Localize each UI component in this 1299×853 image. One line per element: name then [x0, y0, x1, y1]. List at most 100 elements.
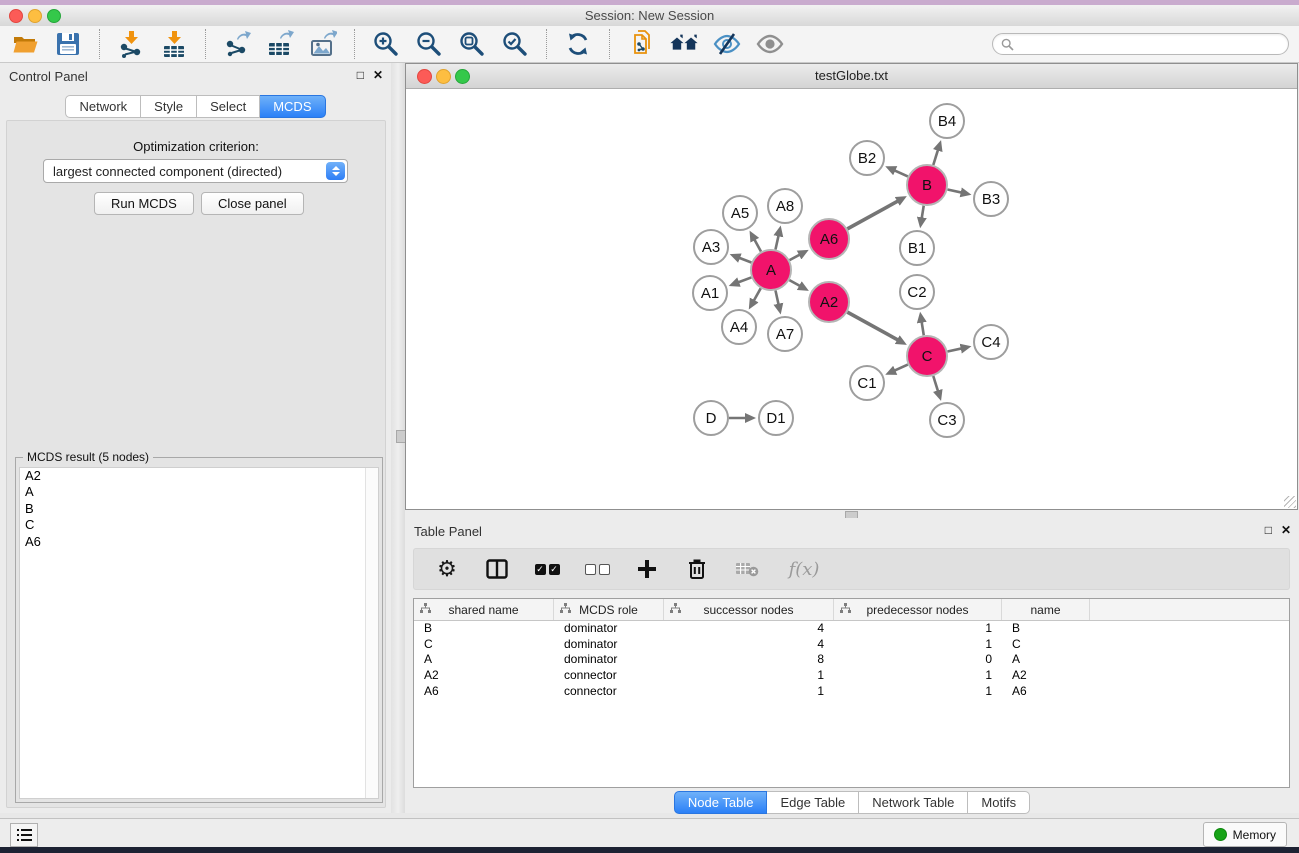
delete-columns-icon[interactable]	[684, 556, 710, 582]
table-cell[interactable]: dominator	[554, 621, 664, 635]
table-cell[interactable]: 1	[664, 684, 834, 698]
graph-edge[interactable]	[754, 238, 761, 251]
delete-table-icon[interactable]	[734, 556, 760, 582]
optimization-criterion-dropdown[interactable]: largest connected component (directed)	[43, 159, 348, 183]
graph-edge[interactable]	[789, 280, 801, 286]
import-table-icon[interactable]	[159, 29, 189, 59]
tab-style[interactable]: Style	[141, 95, 197, 118]
add-column-icon[interactable]	[634, 556, 660, 582]
graph-edge[interactable]	[847, 200, 899, 228]
column-header-mcds-role[interactable]: MCDS role	[554, 599, 664, 620]
zoom-selected-icon[interactable]	[500, 29, 530, 59]
table-cell[interactable]: connector	[554, 668, 664, 682]
table-cell[interactable]: C	[414, 637, 554, 651]
table-cell[interactable]: A2	[1002, 668, 1090, 682]
table-cell[interactable]: connector	[554, 684, 664, 698]
table-cell[interactable]: 1	[664, 668, 834, 682]
graph-edge[interactable]	[921, 321, 923, 336]
show-all-icon[interactable]	[755, 29, 785, 59]
table-cell[interactable]: A2	[414, 668, 554, 682]
graph-edge[interactable]	[847, 312, 899, 340]
mcds-result-item[interactable]: A6	[20, 534, 378, 550]
minimize-window-button[interactable]	[28, 9, 42, 23]
close-window-button[interactable]	[9, 9, 23, 23]
graph-edge[interactable]	[737, 277, 751, 282]
search-box[interactable]	[992, 33, 1289, 55]
table-cell[interactable]: B	[1002, 621, 1090, 635]
graph-edge[interactable]	[775, 234, 778, 249]
table-cell[interactable]: 1	[834, 684, 1002, 698]
maximize-window-button[interactable]	[47, 9, 61, 23]
close-panel-icon[interactable]: ✕	[373, 68, 383, 82]
column-header-predecessor-nodes[interactable]: predecessor nodes	[834, 599, 1002, 620]
table-row[interactable]: A2connector11A2	[414, 667, 1289, 683]
refresh-icon[interactable]	[563, 29, 593, 59]
graph-edge[interactable]	[922, 206, 924, 220]
save-session-icon[interactable]	[53, 29, 83, 59]
close-panel-button[interactable]: Close panel	[201, 192, 304, 215]
float-panel-icon[interactable]: □	[357, 68, 364, 82]
mcds-result-item[interactable]: B	[20, 501, 378, 517]
table-cell[interactable]: A6	[414, 684, 554, 698]
table-cell[interactable]: 8	[664, 652, 834, 666]
search-input[interactable]	[1019, 36, 1280, 52]
tab-network-table[interactable]: Network Table	[859, 791, 968, 814]
function-builder-icon[interactable]: f(x)	[784, 556, 824, 582]
table-cell[interactable]: A	[414, 652, 554, 666]
tab-select[interactable]: Select	[197, 95, 260, 118]
table-cell[interactable]: 1	[834, 637, 1002, 651]
table-cell[interactable]: B	[414, 621, 554, 635]
first-neighbors-icon[interactable]	[669, 29, 699, 59]
table-cell[interactable]: 4	[664, 637, 834, 651]
memory-button[interactable]: Memory	[1203, 822, 1287, 847]
export-table-icon[interactable]	[265, 29, 295, 59]
node-table[interactable]: shared name MCDS role successor nodes pr…	[413, 598, 1290, 788]
graph-edge[interactable]	[948, 189, 963, 192]
column-header-name[interactable]: name	[1002, 599, 1090, 620]
graph-edge[interactable]	[893, 365, 907, 371]
table-cell[interactable]: dominator	[554, 652, 664, 666]
mcds-result-item[interactable]: A	[20, 484, 378, 500]
import-network-icon[interactable]	[116, 29, 146, 59]
zoom-fit-icon[interactable]	[457, 29, 487, 59]
select-all-icon[interactable]: ✓✓	[534, 556, 560, 582]
open-file-icon[interactable]	[10, 29, 40, 59]
tab-network[interactable]: Network	[65, 95, 141, 118]
maximize-network-window-button[interactable]	[455, 69, 470, 84]
split-view-icon[interactable]	[484, 556, 510, 582]
table-cell[interactable]: 0	[834, 652, 1002, 666]
table-row[interactable]: Cdominator41C	[414, 636, 1289, 652]
graph-edge[interactable]	[738, 257, 751, 262]
minimize-network-window-button[interactable]	[436, 69, 451, 84]
zoom-in-icon[interactable]	[371, 29, 401, 59]
graph-edge[interactable]	[775, 291, 778, 306]
table-cell[interactable]: 1	[834, 668, 1002, 682]
run-mcds-button[interactable]: Run MCDS	[94, 192, 194, 215]
mcds-result-list[interactable]: A2ABCA6	[19, 467, 379, 799]
table-row[interactable]: Adominator80A	[414, 652, 1289, 668]
graph-edge[interactable]	[948, 348, 963, 351]
tab-node-table[interactable]: Node Table	[674, 791, 768, 814]
settings-icon[interactable]: ⚙	[434, 556, 460, 582]
window-resize-grip[interactable]	[1284, 496, 1296, 508]
export-image-icon[interactable]	[308, 29, 338, 59]
graph-edge[interactable]	[933, 149, 938, 165]
table-cell[interactable]: 1	[834, 621, 1002, 635]
graph-edge[interactable]	[790, 254, 801, 260]
network-canvas[interactable]: B4B2BB3A8A5A6A3B1AA1C2A2A4A7C4CC1C3DD1	[406, 89, 1297, 509]
graph-edge[interactable]	[933, 376, 938, 392]
table-cell[interactable]: A6	[1002, 684, 1090, 698]
mcds-result-item[interactable]: A2	[20, 468, 378, 484]
zoom-out-icon[interactable]	[414, 29, 444, 59]
table-cell[interactable]: A	[1002, 652, 1090, 666]
table-row[interactable]: A6connector11A6	[414, 683, 1289, 699]
float-panel-icon[interactable]: □	[1265, 523, 1272, 537]
tab-motifs[interactable]: Motifs	[968, 791, 1030, 814]
graph-edge[interactable]	[893, 170, 907, 176]
deselect-all-icon[interactable]	[584, 556, 610, 582]
close-network-window-button[interactable]	[417, 69, 432, 84]
tab-mcds[interactable]: MCDS	[260, 95, 325, 118]
graph-edge[interactable]	[753, 288, 761, 301]
mcds-result-item[interactable]: C	[20, 517, 378, 533]
table-cell[interactable]: dominator	[554, 637, 664, 651]
